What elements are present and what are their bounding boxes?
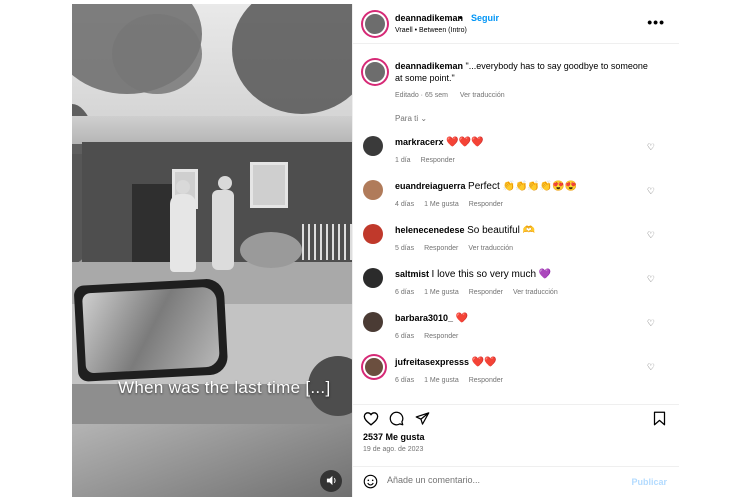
commenter-avatar[interactable] — [363, 136, 383, 156]
scene-person — [212, 176, 234, 270]
scene-bush — [240, 232, 302, 268]
scene-railing — [302, 224, 352, 260]
comment-like-icon[interactable]: ♡ — [647, 230, 655, 241]
caption-meta: Editado · 65 sem Ver traducción — [395, 92, 655, 99]
comment-reply-button[interactable]: Responder — [424, 333, 458, 340]
comment-like-icon[interactable]: ♡ — [647, 186, 655, 197]
author-username[interactable]: deannadikeman — [395, 13, 463, 23]
caption-username[interactable]: deannadikeman — [395, 61, 463, 71]
comment-icon[interactable] — [389, 411, 404, 429]
comment-username[interactable]: barbara3010_ — [395, 313, 453, 323]
caption-translate-link[interactable]: Ver traducción — [460, 92, 505, 99]
comment-translate-link[interactable]: Ver traducción — [513, 289, 558, 296]
comment-text: ❤️❤️❤️ — [446, 137, 484, 148]
comment-time: 4 días — [395, 201, 415, 208]
video-caption: When was the last time [...] — [118, 378, 331, 397]
more-options-icon[interactable]: ••• — [647, 14, 665, 30]
comment-translate-link[interactable]: Ver traducción — [468, 245, 513, 252]
audio-track[interactable]: Vraell • Between (Intro) — [395, 27, 467, 34]
comment-username[interactable]: jufreitasexpresss — [395, 357, 469, 367]
caption-text: deannadikeman "...everybody has to say g… — [395, 60, 655, 84]
scene-tree — [112, 14, 202, 94]
comment-username[interactable]: helenecenedese — [395, 225, 465, 235]
comment-likes[interactable]: 1 Me gusta — [424, 201, 459, 208]
comment-time: 6 días — [395, 377, 415, 384]
comment-username[interactable]: euandreiaguerra — [395, 181, 466, 191]
comment-input[interactable] — [387, 475, 617, 485]
scene-person — [170, 180, 196, 272]
comment-like-icon[interactable]: ♡ — [647, 362, 655, 373]
commenter-avatar[interactable] — [363, 180, 383, 200]
emoji-icon[interactable] — [363, 474, 378, 494]
comment-like-icon[interactable]: ♡ — [647, 142, 655, 153]
comment-time: 5 días — [395, 245, 415, 252]
commenter-avatar[interactable] — [363, 356, 385, 378]
post-date: 19 de ago. de 2023 — [363, 446, 424, 453]
post-side-panel: deannadikeman • Seguir Vraell • Between … — [352, 4, 679, 497]
post-video[interactable]: When was the last time [...] — [72, 4, 352, 497]
comment-time: 6 días — [395, 289, 415, 296]
share-icon[interactable] — [415, 411, 430, 429]
likes-count[interactable]: 2537 Me gusta — [363, 432, 425, 442]
comment-text: I love this so very much 💜 — [431, 269, 552, 280]
publish-button[interactable]: Publicar — [631, 477, 667, 487]
commenter-avatar[interactable] — [363, 224, 383, 244]
comment-like-icon[interactable]: ♡ — [647, 274, 655, 285]
author-avatar[interactable] — [363, 60, 387, 84]
comment-username[interactable]: saltmist — [395, 269, 429, 279]
comment-username[interactable]: markracerx — [395, 137, 444, 147]
comment-likes[interactable]: 1 Me gusta — [424, 377, 459, 384]
scene-car-door — [72, 424, 352, 497]
speaker-icon[interactable] — [320, 470, 342, 492]
comment-time: 1 día — [395, 157, 411, 164]
chevron-down-icon: ⌄ — [420, 114, 428, 123]
comment-text: ❤️ — [455, 313, 469, 324]
comment-reply-button[interactable]: Responder — [469, 201, 503, 208]
author-avatar[interactable] — [363, 12, 387, 36]
save-icon[interactable] — [653, 411, 666, 429]
car-side-mirror — [73, 278, 229, 382]
comment-reply-button[interactable]: Responder — [469, 289, 503, 296]
add-comment-bar: Publicar — [353, 466, 679, 497]
commenter-avatar[interactable] — [363, 268, 383, 288]
scene-roof — [72, 116, 352, 144]
comment-like-icon[interactable]: ♡ — [647, 318, 655, 329]
post-actions — [353, 404, 679, 432]
comment-time: 6 días — [395, 333, 415, 340]
comment-text: Perfect 👏👏👏👏😍😍 — [468, 181, 578, 192]
follow-button[interactable]: Seguir — [471, 13, 499, 23]
scene-window — [250, 162, 288, 208]
comment-text: ❤️❤️ — [471, 357, 497, 368]
comment-likes[interactable]: 1 Me gusta — [424, 289, 459, 296]
comment-reply-button[interactable]: Responder — [469, 377, 503, 384]
header-separator: • — [459, 13, 463, 23]
post-header: deannadikeman • Seguir Vraell • Between … — [353, 4, 679, 44]
comment-text: So beautiful 🫶 — [467, 225, 536, 236]
comment-sort[interactable]: Para ti ⌄ — [395, 114, 427, 123]
comment-reply-button[interactable]: Responder — [424, 245, 458, 252]
comment-reply-button[interactable]: Responder — [421, 157, 455, 164]
caption-edited: Editado · 65 sem — [395, 92, 448, 99]
like-icon[interactable] — [363, 411, 379, 429]
commenter-avatar[interactable] — [363, 312, 383, 332]
comment-sort-label: Para ti — [395, 114, 419, 123]
